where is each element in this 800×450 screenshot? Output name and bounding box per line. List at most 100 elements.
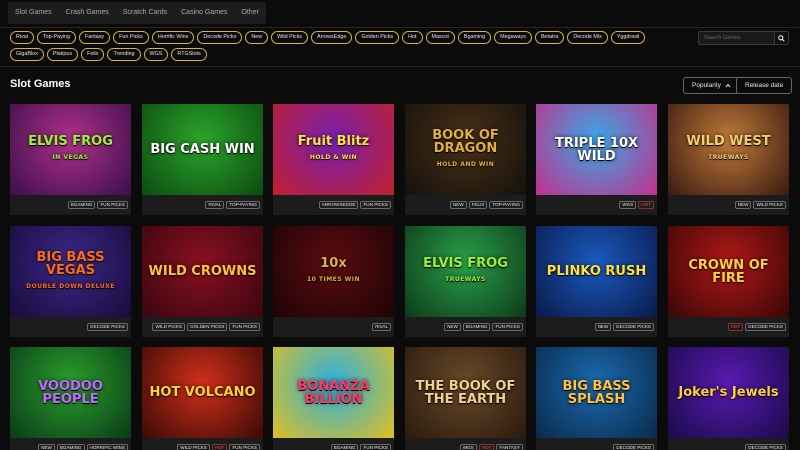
game-card[interactable]: VOODOO PEOPLE NEW BGAMING HORRIFIC WINS xyxy=(10,347,131,450)
game-thumbnail[interactable]: Joker's Jewels xyxy=(668,347,789,438)
tab-crash-games[interactable]: Crash Games xyxy=(59,2,116,24)
game-tag[interactable]: DECODE PICKS xyxy=(613,444,654,450)
filter-pill[interactable]: New xyxy=(245,31,269,44)
filter-pill[interactable]: Fun Picks xyxy=(113,31,149,44)
search-input[interactable] xyxy=(699,32,774,44)
game-tag[interactable]: BGAMING xyxy=(330,444,359,450)
game-thumbnail[interactable]: BIG CASH WIN xyxy=(142,104,263,195)
game-tag[interactable]: DECODE PICKS xyxy=(745,444,786,450)
game-tag[interactable]: NEW xyxy=(449,201,467,209)
game-card[interactable]: PLINKO RUSH NEW DECODE PICKS xyxy=(536,226,657,337)
game-tag[interactable]: BGAMING xyxy=(462,323,491,331)
game-tag[interactable]: FUN PICKS xyxy=(492,323,523,331)
filter-pill[interactable]: Top-Paying xyxy=(36,31,76,44)
game-card[interactable]: THE BOOK OF THE EARTH WGS HOT FANTASY xyxy=(405,347,526,450)
game-tag[interactable]: DECODE PICKS xyxy=(87,323,128,331)
game-card[interactable]: HOT VOLCANO WILD PICKS HOT FUN PICKS xyxy=(142,347,263,450)
game-card[interactable]: Joker's Jewels DECODE PICKS xyxy=(668,347,789,450)
game-tag[interactable]: RIVAL xyxy=(372,323,391,331)
filter-pill[interactable]: Platipus xyxy=(46,48,79,61)
game-thumbnail[interactable]: CROWN OF FIRE xyxy=(668,226,789,317)
game-tag[interactable]: WILD PICKS xyxy=(753,201,786,209)
game-tag[interactable]: WGS xyxy=(619,201,637,209)
filter-pill[interactable]: Mascot xyxy=(425,31,455,44)
game-card[interactable]: CROWN OF FIRE HOT DECODE PICKS xyxy=(668,226,789,337)
hot-tag[interactable]: HOT xyxy=(727,323,744,331)
game-tag[interactable]: WGS xyxy=(459,444,477,450)
hot-tag[interactable]: HOT xyxy=(211,444,228,450)
game-thumbnail[interactable]: BOOK OF DRAGON HOLD AND WIN xyxy=(405,104,526,195)
filter-pill[interactable]: Rival xyxy=(10,31,34,44)
game-tag[interactable]: BGAMING xyxy=(67,201,96,209)
game-thumbnail[interactable]: HOT VOLCANO xyxy=(142,347,263,438)
game-tag[interactable]: ARROWSEDGE xyxy=(318,201,359,209)
filter-pill[interactable]: Megaways xyxy=(494,31,532,44)
filter-pill[interactable]: Yggdrasil xyxy=(610,31,646,44)
game-thumbnail[interactable]: 10x 10 TIMES WIN xyxy=(273,226,394,317)
filter-pill[interactable]: Horrific Wins xyxy=(151,31,195,44)
game-thumbnail[interactable]: PLINKO RUSH xyxy=(536,226,657,317)
filter-pill[interactable]: Fantasy xyxy=(78,31,111,44)
game-thumbnail[interactable]: ELVIS FROG IN VEGAS xyxy=(10,104,131,195)
game-card[interactable]: BIG BASS VEGAS DOUBLE DOWN DELUXE DECODE P… xyxy=(10,226,131,337)
filter-pill[interactable]: GigaBlox xyxy=(10,48,44,61)
game-tag[interactable]: GOLDEN PICKS xyxy=(187,323,228,331)
game-card[interactable]: BIG CASH WIN RIVAL TOP-PAYING xyxy=(142,104,263,215)
game-card[interactable]: BONANZA BILLION BGAMING FUN PICKS xyxy=(273,347,394,450)
game-card[interactable]: 10x 10 TIMES WIN RIVAL xyxy=(273,226,394,337)
game-card[interactable]: BIG BASS SPLASH DECODE PICKS xyxy=(536,347,657,450)
game-card[interactable]: TRIPLE 10X WILD WGS HOT xyxy=(536,104,657,215)
game-tag[interactable]: FANTASY xyxy=(496,444,523,450)
filter-pill[interactable]: WGS xyxy=(143,48,169,61)
game-tag[interactable]: NEW xyxy=(444,323,461,331)
game-tag[interactable]: BGAMING xyxy=(56,444,85,450)
game-card[interactable]: Fruit Blitz HOLD & WIN ARROWSEDGE FUN PICKS xyxy=(273,104,394,215)
sort-release-date-button[interactable]: Release date xyxy=(736,77,793,94)
filter-pill[interactable]: Felix xyxy=(81,48,105,61)
tab-other[interactable]: Other xyxy=(234,2,266,24)
game-card[interactable]: ELVIS FROG IN VEGAS BGAMING FUN PICKS xyxy=(10,104,131,215)
filter-pill[interactable]: Decode Mix xyxy=(567,31,608,44)
game-thumbnail[interactable]: THE BOOK OF THE EARTH xyxy=(405,347,526,438)
filter-pill[interactable]: RTGSlots xyxy=(171,48,207,61)
filter-pill[interactable]: Bgaming xyxy=(457,31,492,44)
game-card[interactable]: WILD CROWNS WILD PICKS GOLDEN PICKS FUN PIC… xyxy=(142,226,263,337)
tab-scratch-cards[interactable]: Scratch Cards xyxy=(116,2,174,24)
game-thumbnail[interactable]: BONANZA BILLION xyxy=(273,347,394,438)
filter-pill[interactable]: Trending xyxy=(107,48,141,61)
game-tag[interactable]: NEW xyxy=(734,201,752,209)
game-card[interactable]: BOOK OF DRAGON HOLD AND WIN NEW FELIX TOP-PA… xyxy=(405,104,526,215)
game-tag[interactable]: FUN PICKS xyxy=(360,201,391,209)
game-tag[interactable]: DECODE PICKS xyxy=(745,323,786,331)
game-tag[interactable]: RIVAL xyxy=(205,201,225,209)
game-thumbnail[interactable]: VOODOO PEOPLE xyxy=(10,347,131,438)
filter-pill[interactable]: Hot xyxy=(402,31,423,44)
hot-tag[interactable]: HOT xyxy=(478,444,495,450)
game-thumbnail[interactable]: WILD WEST TRUEWAYS xyxy=(668,104,789,195)
game-tag[interactable]: TOP-PAYING xyxy=(226,201,260,209)
game-thumbnail[interactable]: Fruit Blitz HOLD & WIN xyxy=(273,104,394,195)
hot-tag[interactable]: HOT xyxy=(638,201,654,209)
game-card[interactable]: ELVIS FROG TRUEWAYS NEW BGAMING FUN PICKS xyxy=(405,226,526,337)
game-thumbnail[interactable]: ELVIS FROG TRUEWAYS xyxy=(405,226,526,317)
game-tag[interactable]: HORRIFIC WINS xyxy=(86,444,128,450)
game-thumbnail[interactable]: WILD CROWNS xyxy=(142,226,263,317)
game-tag[interactable]: FUN PICKS xyxy=(97,201,128,209)
filter-pill[interactable]: Wild Picks xyxy=(271,31,308,44)
game-tag[interactable]: WILD PICKS xyxy=(152,323,186,331)
game-tag[interactable]: TOP-PAYING xyxy=(489,201,523,209)
game-tag[interactable]: FUN PICKS xyxy=(229,444,260,450)
game-thumbnail[interactable]: BIG BASS SPLASH xyxy=(536,347,657,438)
game-tag[interactable]: FUN PICKS xyxy=(360,444,391,450)
game-tag[interactable]: FELIX xyxy=(468,201,488,209)
search-button[interactable] xyxy=(774,32,788,44)
filter-pill[interactable]: Decode Picks xyxy=(197,31,243,44)
game-thumbnail[interactable]: BIG BASS VEGAS DOUBLE DOWN DELUXE xyxy=(10,226,131,317)
game-thumbnail[interactable]: TRIPLE 10X WILD xyxy=(536,104,657,195)
game-tag[interactable]: NEW xyxy=(38,444,55,450)
tab-casino-games[interactable]: Casino Games xyxy=(174,2,234,24)
game-tag[interactable]: WILD PICKS xyxy=(177,444,210,450)
game-tag[interactable]: FUN PICKS xyxy=(229,323,260,331)
sort-popularity-button[interactable]: Popularity xyxy=(683,77,740,94)
game-tag[interactable]: DECODE PICKS xyxy=(613,323,654,331)
